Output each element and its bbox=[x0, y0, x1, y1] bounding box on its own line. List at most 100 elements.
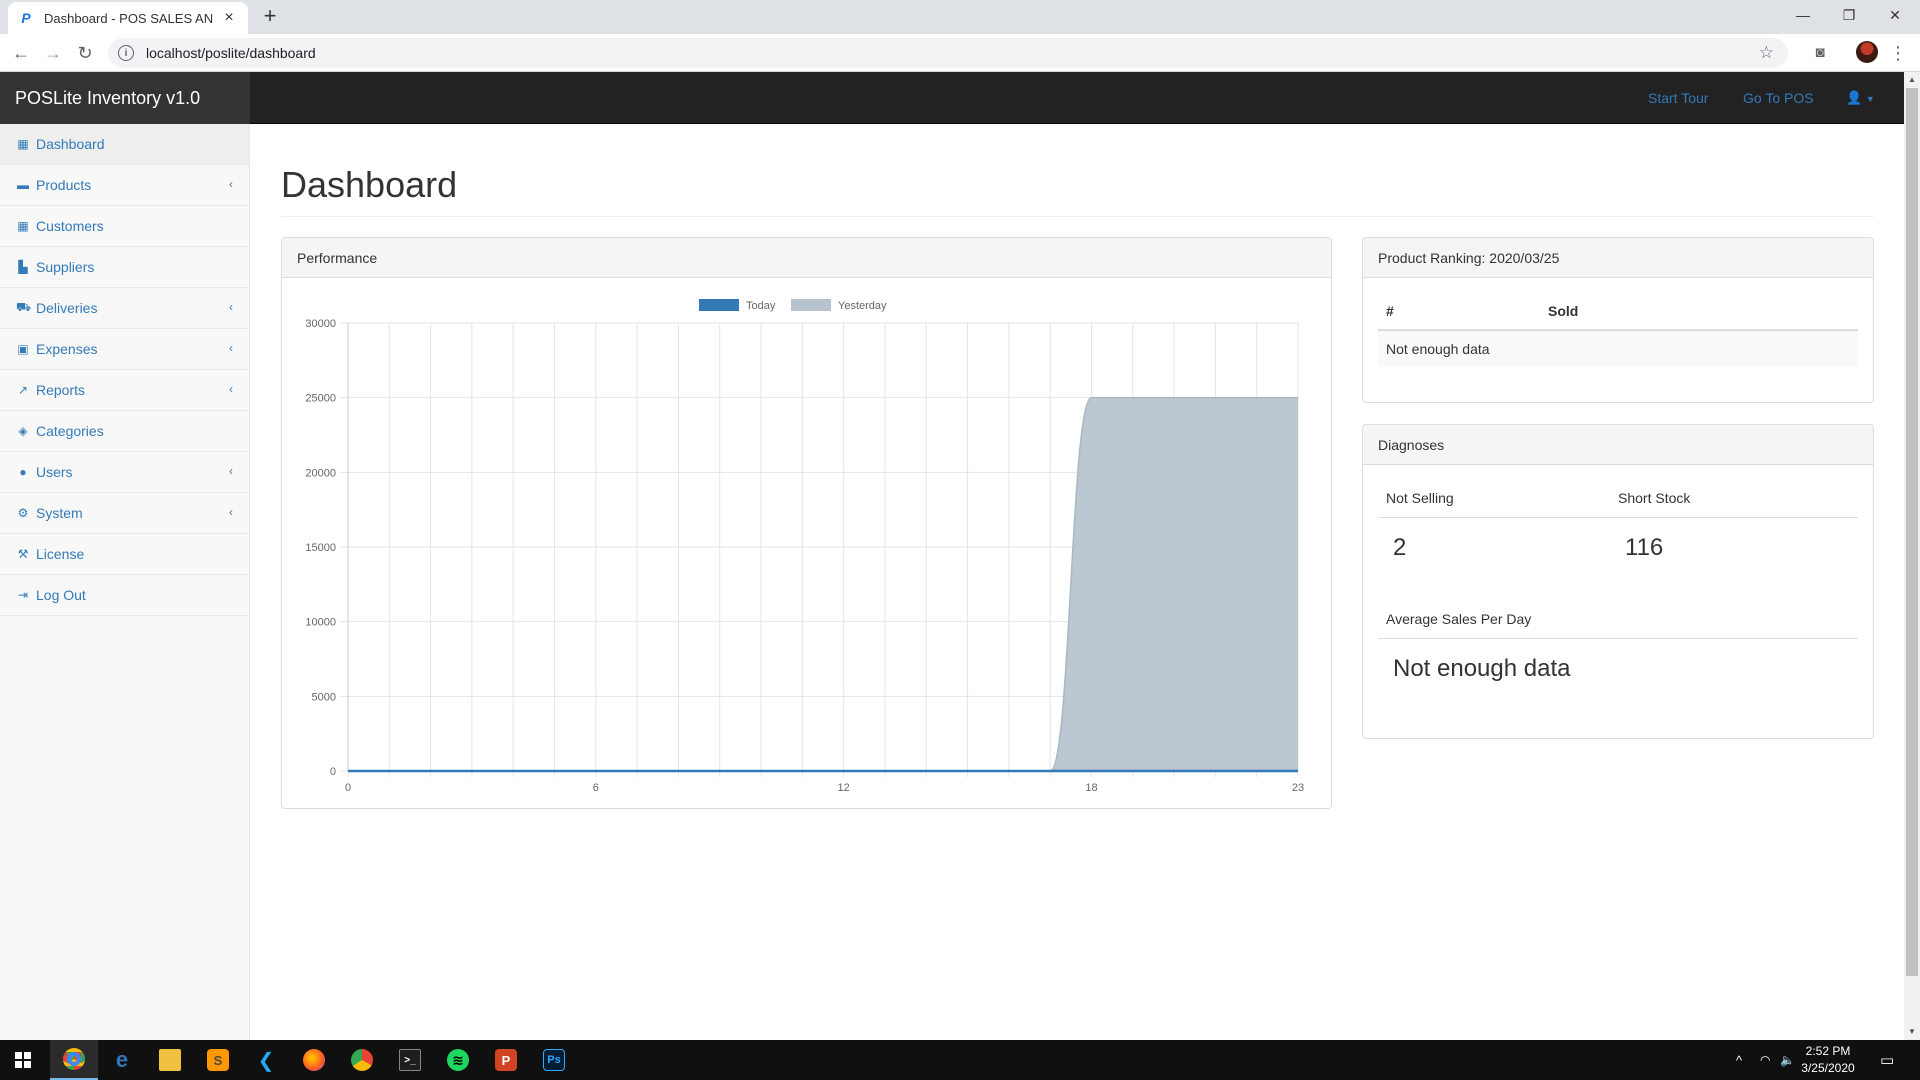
scrollbar-thumb[interactable] bbox=[1906, 88, 1918, 976]
sidebar-item-products[interactable]: ▬ Products ‹ bbox=[0, 165, 249, 206]
show-hidden-icons-icon[interactable]: ^ bbox=[1736, 1040, 1742, 1080]
sidebar-item-suppliers[interactable]: ▙ Suppliers bbox=[0, 247, 249, 288]
x-tick-label: 23 bbox=[1292, 782, 1304, 794]
scroll-down-icon[interactable]: ▼ bbox=[1904, 1024, 1920, 1040]
browser-menu-icon[interactable]: ⋮ bbox=[1887, 42, 1909, 64]
y-tick-label: 0 bbox=[330, 766, 336, 778]
ranking-table-header: # Sold bbox=[1378, 293, 1858, 331]
sidebar-item-label: Deliveries bbox=[36, 300, 98, 316]
sidebar-item-customers[interactable]: ▦ Customers bbox=[0, 206, 249, 247]
address-url[interactable]: localhost/poslite/dashboard bbox=[146, 45, 1759, 61]
bookmark-star-icon[interactable]: ☆ bbox=[1759, 43, 1774, 63]
close-tab-icon[interactable]: × bbox=[220, 9, 238, 27]
average-sales-divider bbox=[1378, 638, 1858, 639]
profile-avatar[interactable] bbox=[1856, 41, 1878, 63]
spotify-taskbar-icon[interactable]: ≋ bbox=[434, 1040, 482, 1080]
product-ranking-panel: Product Ranking: 2020/03/25 # Sold Not e… bbox=[1362, 237, 1874, 403]
camera-icon[interactable]: ◙ bbox=[1809, 42, 1831, 64]
x-tick-label: 0 bbox=[345, 782, 351, 794]
sidebar-item-dashboard[interactable]: ▦ Dashboard bbox=[0, 124, 249, 165]
users-icon: ● bbox=[19, 465, 27, 479]
clock-time: 2:52 PM bbox=[1805, 1044, 1851, 1058]
windows-taskbar: e S ❮ >_ ≋ P Ps ^ ◠ 🔈 2:52 PM 3/25/2020 … bbox=[0, 1040, 1920, 1080]
forward-icon[interactable]: → bbox=[41, 42, 65, 64]
scroll-up-icon[interactable]: ▲ bbox=[1904, 72, 1920, 88]
address-bar[interactable]: i localhost/poslite/dashboard ☆ bbox=[108, 38, 1788, 68]
y-tick-label: 10000 bbox=[305, 617, 336, 629]
back-icon[interactable]: ← bbox=[9, 42, 33, 64]
sidebar-item-expenses[interactable]: ▣ Expenses ‹ bbox=[0, 329, 249, 370]
start-tour-link[interactable]: Start Tour bbox=[1648, 72, 1708, 124]
notification-center-icon[interactable]: ▭ bbox=[1880, 1040, 1894, 1080]
short-stock-value: 116 bbox=[1625, 534, 1664, 561]
not-selling-label: Not Selling bbox=[1386, 490, 1454, 506]
chevron-left-icon: ‹ bbox=[229, 505, 233, 519]
ranking-col-sold: Sold bbox=[1548, 303, 1579, 319]
restore-icon[interactable]: ❐ bbox=[1826, 0, 1872, 30]
y-tick-label: 25000 bbox=[305, 393, 336, 405]
minimize-icon[interactable]: — bbox=[1780, 0, 1826, 30]
y-tick-label: 20000 bbox=[305, 467, 336, 479]
y-tick-label: 30000 bbox=[305, 318, 336, 330]
file-explorer-taskbar-icon[interactable] bbox=[146, 1040, 194, 1080]
network-icon[interactable]: ◠ bbox=[1760, 1040, 1770, 1080]
chrome-taskbar-icon[interactable] bbox=[50, 1040, 98, 1080]
y-tick-label: 15000 bbox=[305, 542, 336, 554]
powerpoint-taskbar-icon[interactable]: P bbox=[482, 1040, 530, 1080]
windows-start-icon[interactable] bbox=[0, 1040, 46, 1080]
legend-label-today: Today bbox=[746, 300, 776, 312]
sidebar-item-label: Customers bbox=[36, 218, 104, 234]
y-tick-label: 5000 bbox=[312, 691, 336, 703]
sidebar-item-system[interactable]: ⚙ System ‹ bbox=[0, 493, 249, 534]
go-to-pos-link[interactable]: Go To POS bbox=[1743, 72, 1814, 124]
new-tab-icon[interactable]: + bbox=[258, 5, 282, 29]
terminal-taskbar-icon[interactable]: >_ bbox=[386, 1040, 434, 1080]
table-icon: ▦ bbox=[17, 137, 29, 151]
sidebar-item-deliveries[interactable]: ⛟ Deliveries ‹ bbox=[0, 288, 249, 329]
user-menu-toggle[interactable]: 👤 ▼ bbox=[1846, 72, 1875, 124]
close-window-icon[interactable]: ✕ bbox=[1872, 0, 1918, 30]
reload-icon[interactable]: ↻ bbox=[73, 42, 97, 64]
performance-panel: Performance 0 5000 10000 15000 20000 25000 300… bbox=[281, 237, 1332, 809]
site-info-icon[interactable]: i bbox=[118, 45, 134, 61]
site-favicon-icon: P bbox=[21, 10, 31, 26]
sidebar-item-label: Expenses bbox=[36, 341, 98, 357]
chevron-left-icon: ‹ bbox=[229, 382, 233, 396]
sidebar-item-label: Products bbox=[36, 177, 92, 193]
gear-icon: ⚙ bbox=[17, 506, 29, 520]
sidebar-item-users[interactable]: ● Users ‹ bbox=[0, 452, 249, 493]
main-content: Dashboard Performance 0 5000 10000 15000 200… bbox=[250, 124, 1904, 1040]
average-sales-value: Not enough data bbox=[1393, 655, 1571, 682]
sidebar-item-label: Reports bbox=[36, 382, 86, 398]
briefcase-icon: ▬ bbox=[17, 178, 29, 192]
sidebar-item-reports[interactable]: ↗ Reports ‹ bbox=[0, 370, 249, 411]
not-selling-value: 2 bbox=[1393, 534, 1407, 561]
taskbar-clock[interactable]: 2:52 PM 3/25/2020 bbox=[1790, 1043, 1866, 1077]
sidebar-item-log-out[interactable]: ⇥ Log Out bbox=[0, 575, 249, 616]
table-icon: ▦ bbox=[17, 219, 29, 233]
chevron-left-icon: ‹ bbox=[229, 464, 233, 478]
brand-title[interactable]: POSLite Inventory v1.0 bbox=[0, 72, 250, 124]
sublime-taskbar-icon[interactable]: S bbox=[194, 1040, 242, 1080]
sidebar-item-label: Dashboard bbox=[36, 136, 105, 152]
edge-taskbar-icon[interactable]: e bbox=[98, 1040, 146, 1080]
sidebar-item-categories[interactable]: ◈ Categories bbox=[0, 411, 249, 452]
browser-toolbar: ← → ↻ i localhost/poslite/dashboard ☆ ◙ … bbox=[0, 34, 1920, 72]
truck-icon: ⛟ bbox=[16, 300, 32, 314]
vscode-taskbar-icon[interactable]: ❮ bbox=[242, 1040, 290, 1080]
chrome-taskbar-icon-2[interactable] bbox=[338, 1040, 386, 1080]
sidebar-item-label: Users bbox=[36, 464, 73, 480]
sidebar-item-label: Categories bbox=[36, 423, 104, 439]
sidebar-item-license[interactable]: ⚒ License bbox=[0, 534, 249, 575]
browser-tab[interactable]: P Dashboard - POS SALES AND IN × bbox=[8, 2, 248, 34]
x-tick-label: 18 bbox=[1085, 782, 1097, 794]
sidebar-item-label: License bbox=[36, 546, 85, 562]
money-icon: ▣ bbox=[17, 342, 29, 356]
chevron-left-icon: ‹ bbox=[229, 341, 233, 355]
photoshop-taskbar-icon[interactable]: Ps bbox=[530, 1040, 578, 1080]
firefox-taskbar-icon[interactable] bbox=[290, 1040, 338, 1080]
sidebar-item-label: Log Out bbox=[36, 587, 86, 603]
sidebar: ▦ Dashboard ▬ Products ‹ ▦ Customers ▙ S… bbox=[0, 124, 250, 1040]
chevron-left-icon: ‹ bbox=[229, 177, 233, 191]
legend-swatch-today bbox=[699, 299, 739, 311]
